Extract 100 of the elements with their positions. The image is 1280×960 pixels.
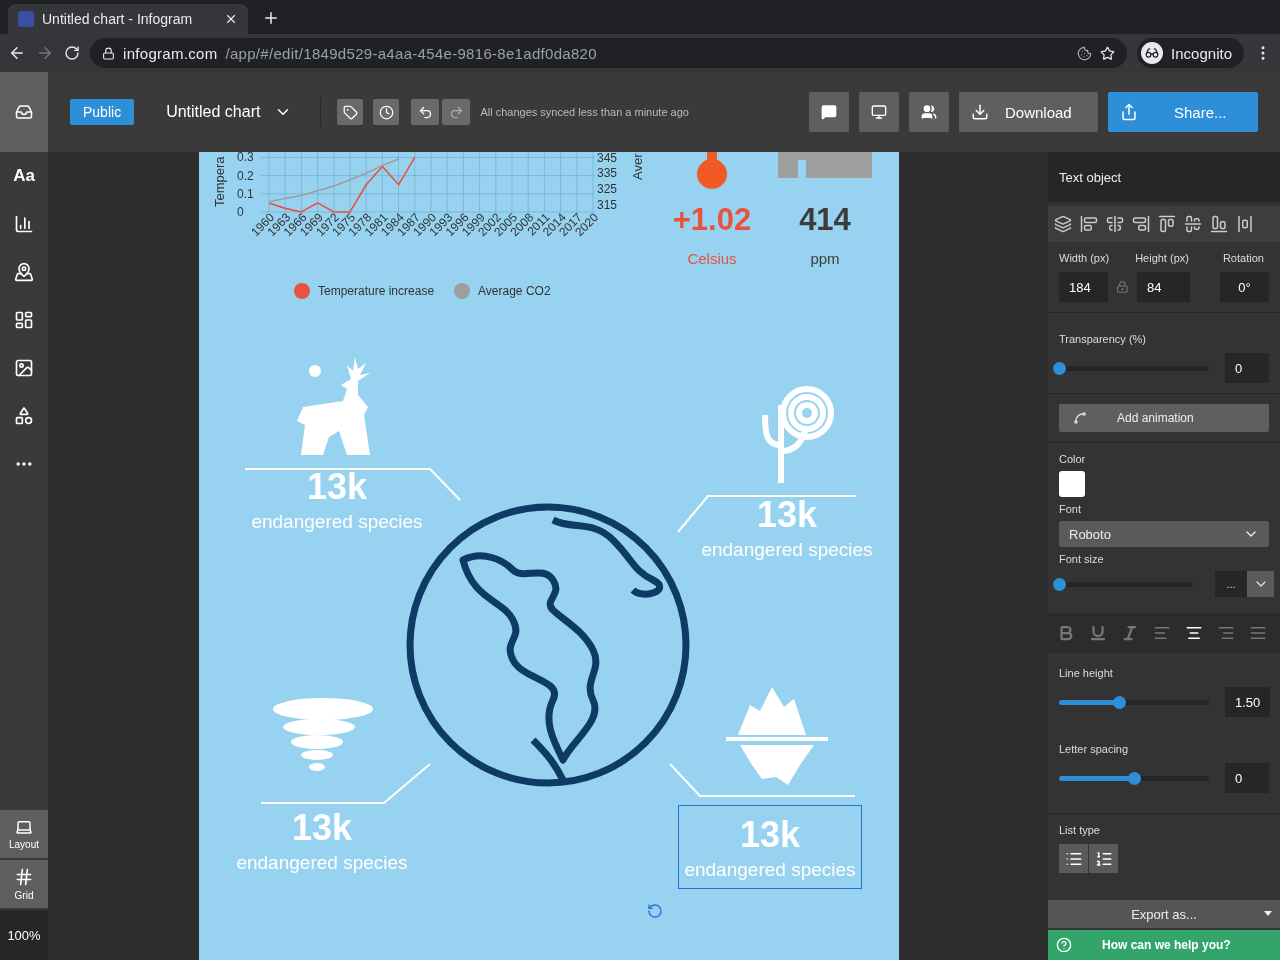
iceberg-icon: [726, 687, 828, 787]
tick-label: 345: [597, 152, 618, 165]
sidebar-button[interactable]: Grid: [0, 860, 48, 908]
field-label: Rotation: [1222, 252, 1264, 264]
cookie-icon[interactable]: [1077, 45, 1093, 61]
url-path: /app/#/edit/1849d529-a4aa-454e-9816-8e1adf0da820: [225, 44, 598, 62]
tick-label: 315: [597, 197, 618, 212]
width-field[interactable]: 184: [1059, 272, 1109, 302]
sync-status: All changes synced less than a minute ago: [480, 106, 690, 118]
field-label: Color: [1059, 453, 1087, 465]
profile-button[interactable]: Incognito: [1137, 38, 1244, 68]
field-label: Letter spacing: [1059, 743, 1130, 755]
slider-thumb[interactable]: [1053, 361, 1066, 375]
reload-icon[interactable]: [64, 45, 80, 61]
tab-title: Untitled chart - Infogram: [42, 11, 194, 27]
field-label: Line height: [1059, 667, 1114, 679]
species-caption: endangered species: [684, 858, 856, 881]
stat-unit: Celsius: [687, 250, 737, 267]
legend-label: Temperature increase: [318, 284, 435, 298]
species-caption: endangered species: [236, 851, 408, 874]
field-label: Transparency (%): [1059, 333, 1147, 345]
align-bottom-icon[interactable]: [1210, 215, 1228, 233]
axis-label: Tempera: [212, 156, 227, 207]
tick-label: 0: [237, 205, 244, 219]
export-button[interactable]: Export as...: [1048, 900, 1280, 928]
align-text-icon[interactable]: [1185, 624, 1203, 642]
color-swatch[interactable]: [1059, 471, 1085, 497]
forward-icon[interactable]: [36, 44, 54, 62]
bulleted-list-icon[interactable]: [1059, 844, 1088, 873]
tornado-icon: [271, 697, 375, 773]
stat-unit: ppm: [810, 250, 840, 267]
undo-icon[interactable]: [411, 99, 440, 125]
animation-path-icon: [1073, 411, 1087, 425]
comment-icon[interactable]: [809, 92, 849, 132]
tick-label: 0.2: [237, 168, 254, 183]
underline-icon[interactable]: [1089, 624, 1107, 642]
rotation-field[interactable]: 0°: [1219, 272, 1269, 302]
inbox-icon[interactable]: [0, 72, 48, 152]
numbered-list-icon[interactable]: [1089, 844, 1118, 873]
bold-icon[interactable]: [1057, 624, 1075, 642]
field-label: Height (px): [1135, 252, 1189, 264]
font-select[interactable]: Roboto: [1059, 521, 1269, 547]
new-tab-icon[interactable]: [262, 9, 280, 27]
slider-thumb[interactable]: [1053, 577, 1066, 591]
url-host: infogram.com: [123, 44, 218, 62]
factory-icon: [778, 152, 872, 178]
species-caption: endangered species: [701, 538, 873, 561]
align-center-icon[interactable]: [1106, 215, 1124, 233]
transparency-field[interactable]: 0: [1225, 353, 1269, 383]
loading-icon: [647, 903, 663, 919]
field-label: Width (px): [1059, 252, 1110, 264]
incognito-icon: [1141, 42, 1164, 64]
text-tool[interactable]: Aa: [0, 152, 48, 200]
share-icon: [1120, 103, 1138, 121]
redo-icon[interactable]: [442, 99, 471, 125]
chart-name-dropdown[interactable]: Untitled chart: [144, 103, 305, 121]
lock-icon: [102, 46, 115, 60]
species-caption: endangered species: [251, 510, 423, 533]
letter-spacing-field[interactable]: 0: [1225, 763, 1269, 793]
height-field[interactable]: 84: [1136, 272, 1190, 302]
slider-thumb[interactable]: [1128, 771, 1141, 785]
align-top-icon[interactable]: [1158, 215, 1176, 233]
tick-label: 325: [597, 182, 618, 197]
thermometer-icon: [696, 152, 728, 190]
app-favicon-icon: [18, 11, 34, 27]
star-icon[interactable]: [1100, 45, 1116, 61]
species-count: 13k: [756, 493, 818, 537]
tick-label: 0.3: [237, 152, 254, 165]
legend-label: Average CO2: [478, 284, 551, 298]
align-middle-icon[interactable]: [1184, 215, 1202, 233]
collaborators-icon[interactable]: [909, 92, 949, 132]
sidebar-button[interactable]: Layout: [0, 810, 48, 858]
stat-value: +1.02: [672, 202, 752, 238]
line-height-field[interactable]: 1.50: [1225, 687, 1271, 717]
layers-icon[interactable]: [1054, 215, 1072, 233]
share-button[interactable]: Share...: [1108, 92, 1258, 132]
field-label: List type: [1059, 824, 1101, 836]
species-count: 13k: [306, 465, 368, 509]
align-right-icon[interactable]: [1132, 215, 1150, 233]
history-icon[interactable]: [373, 99, 400, 125]
tag-icon[interactable]: [337, 99, 364, 125]
back-icon[interactable]: [8, 44, 26, 62]
address-bar[interactable]: infogram.com /app/#/edit/1849d529-a4aa-454e-9816-8e1adf0da820: [90, 38, 1128, 68]
align-left-icon[interactable]: [1080, 215, 1098, 233]
zoom-level: 100%: [0, 910, 48, 960]
close-icon[interactable]: [224, 12, 238, 26]
browser-tab[interactable]: Untitled chart - Infogram: [8, 4, 248, 34]
slider-thumb[interactable]: [1113, 695, 1126, 709]
distribute-icon[interactable]: [1236, 215, 1254, 233]
download-button[interactable]: Download: [959, 92, 1098, 132]
present-icon[interactable]: [859, 92, 899, 132]
species-count: 13k: [291, 806, 353, 850]
lock-ratio-icon[interactable]: [1116, 280, 1129, 294]
public-button[interactable]: Public: [70, 99, 135, 125]
add-animation-button[interactable]: Add animation: [1059, 404, 1269, 432]
field-label: Font size: [1059, 553, 1105, 565]
laptop-icon: [15, 818, 33, 836]
tick-label: 335: [597, 166, 618, 181]
species-count: 13k: [739, 813, 801, 857]
italic-icon[interactable]: [1121, 624, 1139, 642]
